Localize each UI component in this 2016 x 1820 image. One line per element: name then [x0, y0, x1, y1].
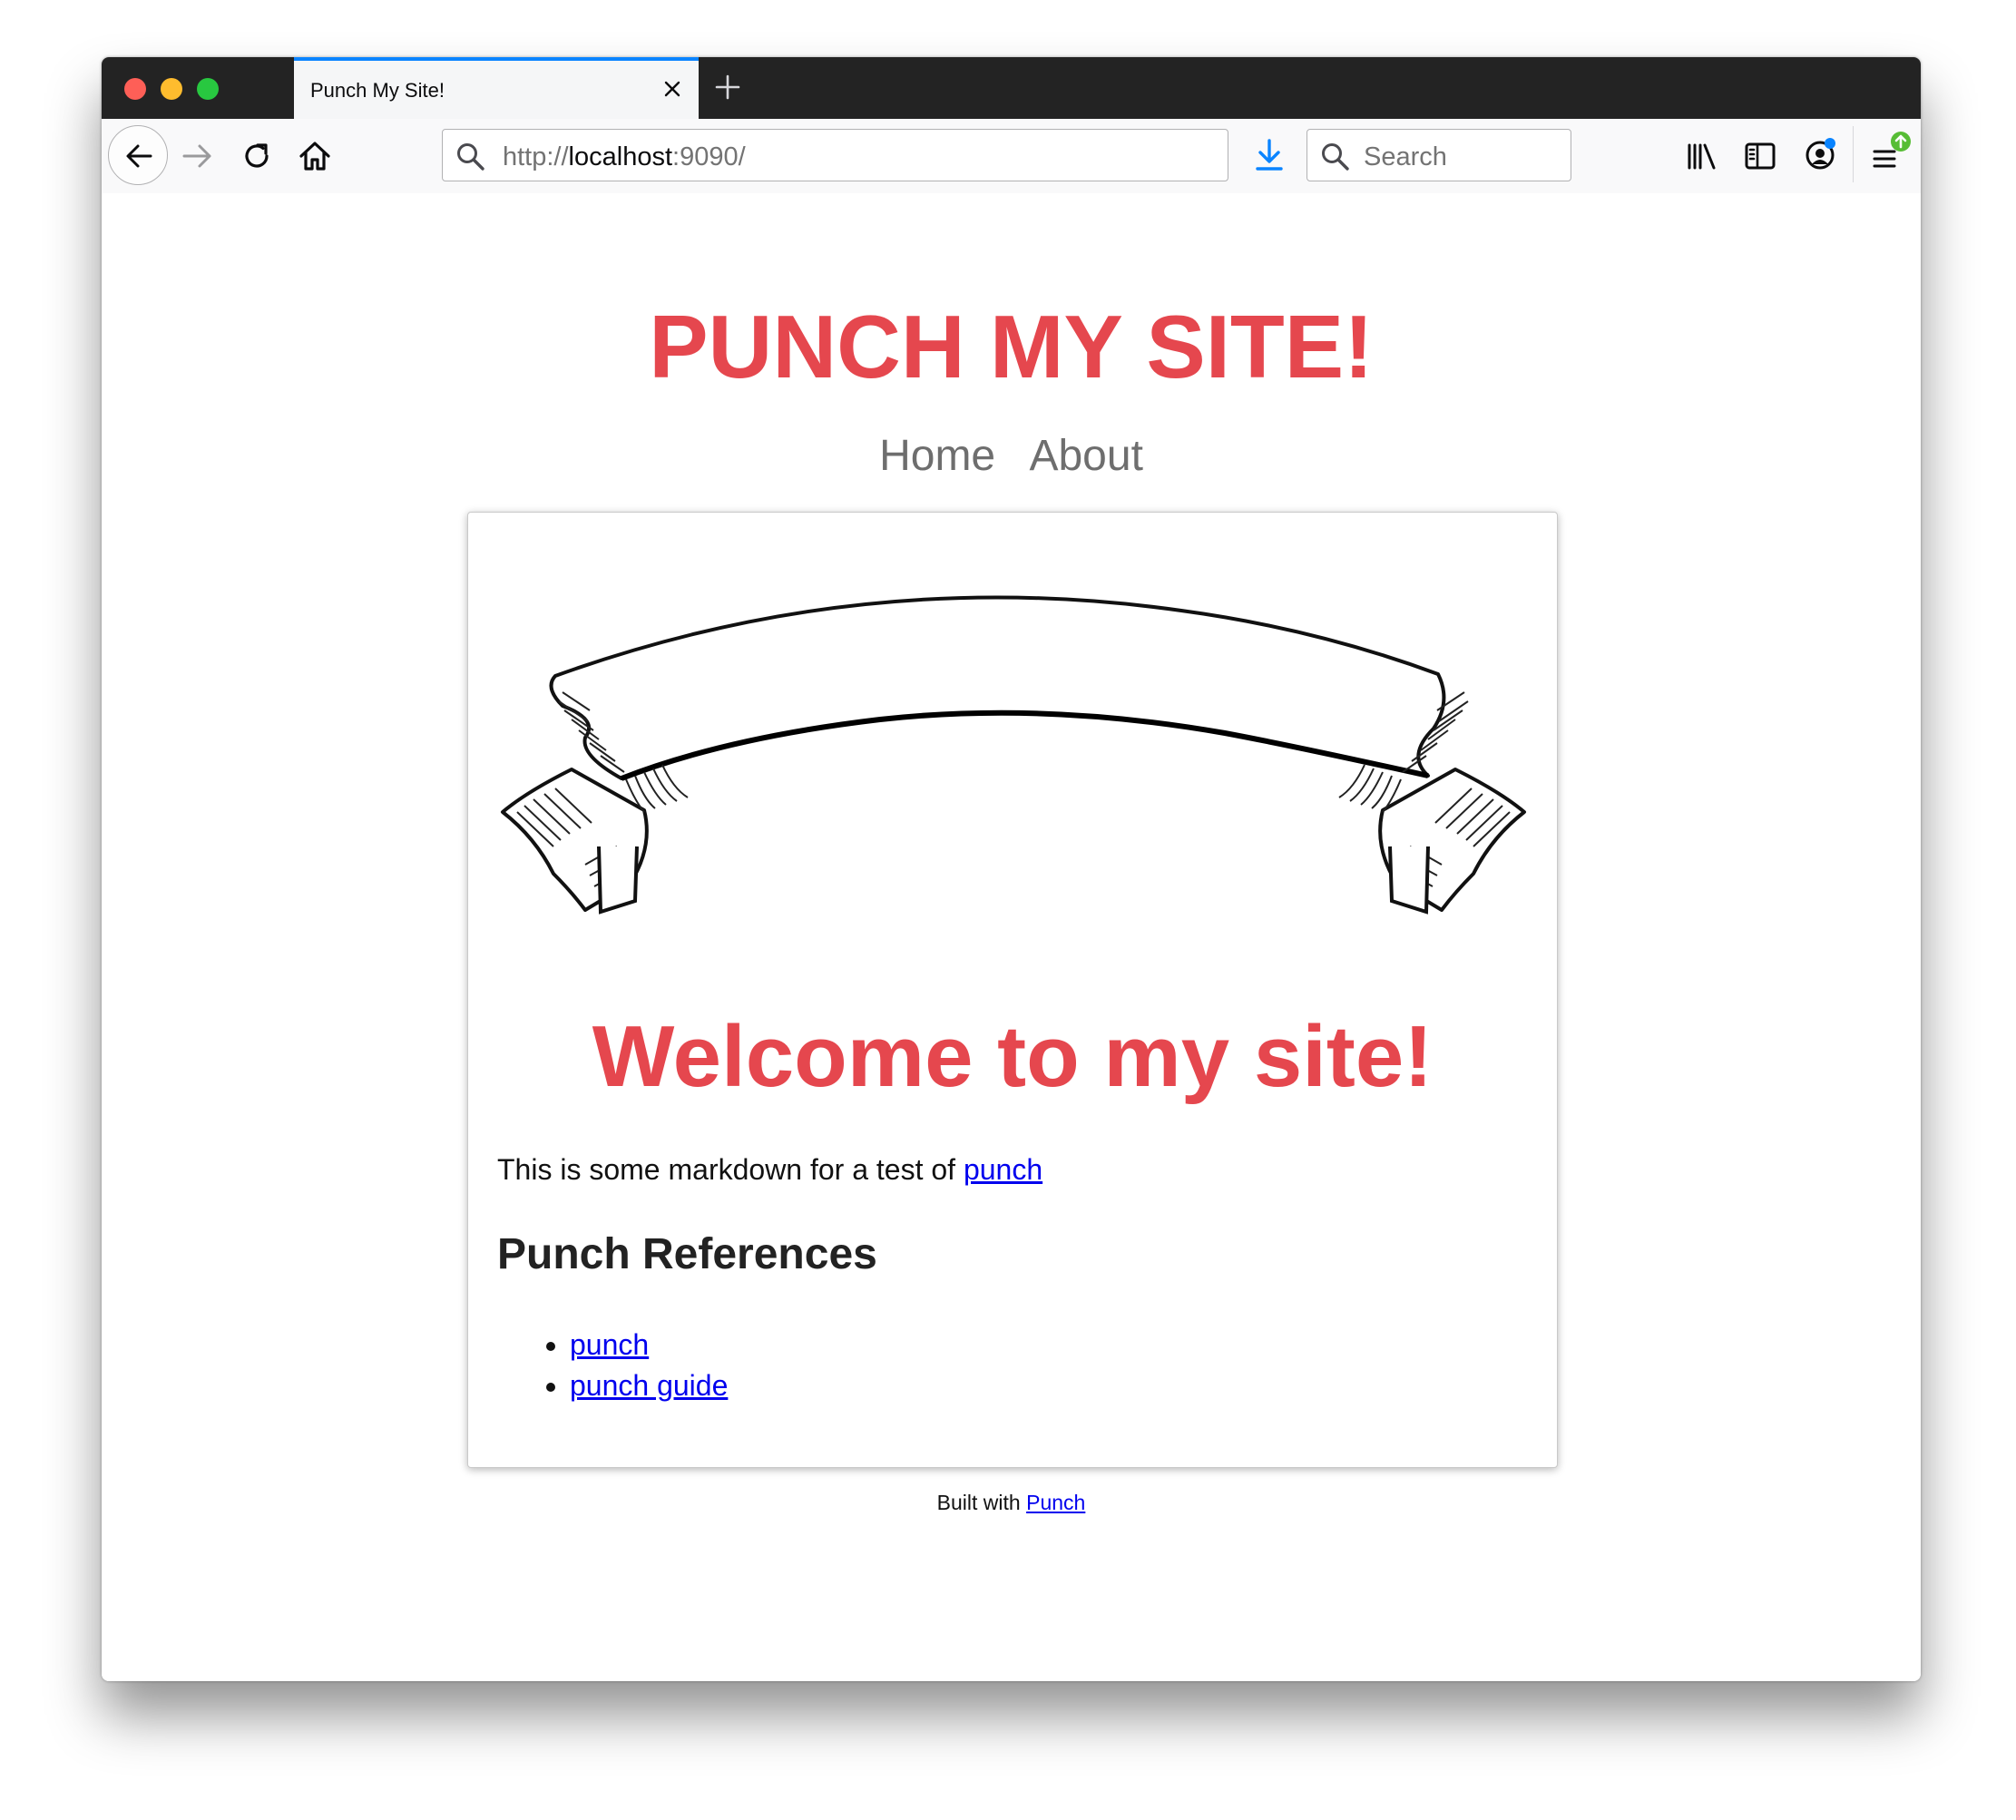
- reference-link-punch[interactable]: punch: [570, 1328, 649, 1361]
- references-heading: Punch References: [497, 1230, 877, 1278]
- url-prefix: http://: [503, 142, 569, 171]
- window-close-button[interactable]: [124, 78, 146, 100]
- search-icon: [1322, 143, 1349, 171]
- menu-button[interactable]: [1869, 130, 1913, 180]
- intro-paragraph: This is some markdown for a test of punc…: [497, 1153, 1042, 1187]
- menu-icon: [1873, 132, 1911, 168]
- tab-title: Punch My Site!: [310, 79, 445, 102]
- sidebar-button[interactable]: [1743, 139, 1777, 178]
- library-icon: [1688, 143, 1716, 170]
- nav-toolbar: http://localhost:9090/ Search: [102, 119, 1921, 194]
- site-title: PUNCH MY SITE!: [649, 297, 1374, 396]
- download-button[interactable]: [1251, 137, 1287, 178]
- footer-punch-link[interactable]: Punch: [1026, 1491, 1085, 1514]
- sidebar-icon: [1745, 142, 1776, 170]
- site-nav: Home About: [102, 431, 1921, 481]
- footer-text: Built with: [936, 1491, 1027, 1514]
- url-suffix: :9090/: [672, 142, 746, 171]
- ribbon-banner-image: [501, 595, 1526, 915]
- home-button[interactable]: [297, 138, 333, 179]
- main-card: Welcome to my site! This is some markdow…: [467, 512, 1558, 1468]
- toolbar-divider: [1853, 126, 1854, 182]
- list-item: punch guide: [570, 1365, 728, 1406]
- plus-icon[interactable]: [712, 72, 743, 103]
- search-placeholder: Search: [1364, 142, 1447, 171]
- browser-tab[interactable]: Punch My Site!: [294, 57, 699, 119]
- window-maximize-button[interactable]: [197, 78, 219, 100]
- search-icon: [457, 143, 484, 171]
- intro-text: This is some markdown for a test of: [497, 1153, 964, 1186]
- welcome-heading: Welcome to my site!: [592, 1008, 1434, 1105]
- search-input[interactable]: Search: [1306, 129, 1571, 181]
- back-button[interactable]: [108, 125, 168, 185]
- url-host: localhost: [568, 142, 673, 171]
- reference-link-punch-guide[interactable]: punch guide: [570, 1369, 728, 1402]
- back-arrow-icon: [126, 144, 152, 168]
- home-icon: [299, 142, 330, 171]
- forward-arrow-icon: [182, 144, 211, 168]
- reload-button[interactable]: [240, 139, 274, 178]
- browser-window: Punch My Site! http://localhost:9090/ Se…: [102, 57, 1921, 1681]
- download-icon: [1256, 139, 1283, 171]
- url-text: http://localhost:9090/: [503, 142, 746, 172]
- account-button[interactable]: [1802, 135, 1840, 178]
- list-item: punch: [570, 1325, 728, 1365]
- intro-punch-link[interactable]: punch: [964, 1153, 1042, 1186]
- account-icon: [1806, 138, 1835, 170]
- tab-bar: Punch My Site!: [102, 57, 1921, 119]
- window-minimize-button[interactable]: [161, 78, 182, 100]
- library-button[interactable]: [1685, 139, 1719, 178]
- reload-icon: [245, 143, 269, 168]
- references-list: punch punch guide: [497, 1325, 728, 1406]
- page-footer: Built with Punch: [102, 1491, 1921, 1515]
- forward-button[interactable]: [181, 139, 215, 178]
- close-icon[interactable]: [659, 75, 686, 103]
- address-bar[interactable]: http://localhost:9090/: [442, 129, 1228, 181]
- nav-about-link[interactable]: About: [1029, 432, 1142, 480]
- nav-home-link[interactable]: Home: [879, 432, 995, 480]
- page-content: PUNCH MY SITE! Home About Welcome to my …: [102, 193, 1921, 1681]
